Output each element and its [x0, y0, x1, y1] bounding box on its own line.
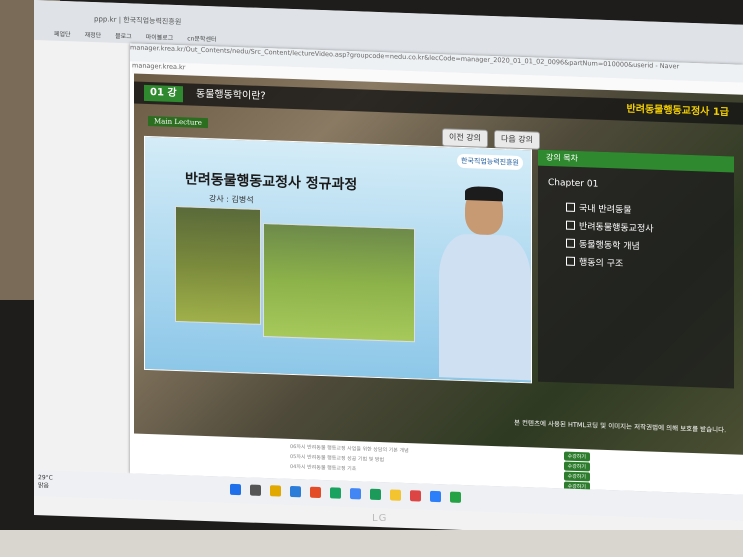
prev-lecture-button[interactable]: 이전 강의: [442, 128, 488, 148]
checkbox-icon: [566, 220, 575, 230]
toc-header: 강의 목차: [538, 149, 734, 173]
taskbar-app-icon[interactable]: [290, 485, 301, 498]
toc-item[interactable]: 국내 반려동물: [566, 201, 632, 216]
presenter-hair: [465, 186, 503, 202]
taskbar-app-icon[interactable]: [350, 488, 361, 500]
taskbar-app-icon[interactable]: [450, 491, 461, 503]
toc-sidebar: 강의 목차 Chapter 01 국내 반려동물 반려동물행동교정사 동물행동학…: [538, 149, 734, 389]
bookmarks-bar: 페업단 재정단 블로그 마이블로그 cn문학센터: [54, 29, 216, 44]
taskbar-app-icon[interactable]: [270, 485, 281, 497]
copyright-notice: 본 컨텐츠에 사용된 HTML코딩 및 이미지는 저작권법에 의해 보호를 받습…: [514, 418, 727, 435]
bookmark-item[interactable]: 페업단: [54, 29, 71, 39]
next-lecture-button[interactable]: 다음 강의: [494, 130, 540, 150]
presenter-image: [433, 186, 533, 381]
toc-item[interactable]: 동물행동학 개념: [566, 237, 640, 253]
toc-item[interactable]: 반려동물행동교정사: [566, 219, 654, 235]
lesson-number: 01 강: [144, 84, 183, 103]
video-teacher: 강사 : 김병석: [209, 194, 254, 205]
video-area[interactable]: 한국직업능력진흥원 반려동물행동교정사 정규과정 강사 : 김병석: [144, 135, 533, 384]
watch-button[interactable]: 수강하기: [563, 450, 590, 461]
toc-item-label: 국내 반려동물: [579, 204, 632, 216]
bookmark-item[interactable]: 블로그: [115, 31, 132, 41]
toc-item-label: 행동의 구조: [579, 258, 624, 270]
taskbar-icons: [230, 483, 461, 503]
dog-photo-1: [175, 205, 261, 325]
taskbar-app-icon[interactable]: [390, 489, 401, 501]
bookmark-item[interactable]: cn문학센터: [187, 33, 216, 43]
taskbar-app-icon[interactable]: [410, 490, 421, 502]
lecture-player: 01 강 동물행동학이란? 반려동물행동교정사 1급 Main Lecture …: [134, 73, 743, 455]
dog-photo-2: [263, 222, 415, 343]
checkbox-icon: [566, 238, 575, 248]
taskbar-app-icon[interactable]: [310, 486, 321, 499]
taskbar-app-icon[interactable]: [370, 488, 381, 501]
institute-logo: 한국직업능력진흥원: [457, 153, 523, 171]
toc-chapter: Chapter 01: [548, 177, 599, 190]
main-lecture-label: Main Lecture: [148, 115, 208, 129]
taskbar-app-icon[interactable]: [250, 484, 261, 496]
video-title: 반려동물행동교정사 정규과정: [185, 171, 358, 194]
watch-button[interactable]: 수강하기: [563, 460, 590, 471]
watch-button[interactable]: 수강하기: [563, 470, 590, 481]
course-name: 반려동물행동교정사 1급: [626, 103, 729, 119]
taskbar-app-icon[interactable]: [330, 487, 341, 499]
toc-item-label: 반려동물행동교정사: [579, 222, 654, 235]
popup-window: manager.krea.kr/Out_Contents/nedu/Src_Co…: [130, 43, 743, 495]
taskbar-app-icon[interactable]: [430, 490, 441, 503]
checkbox-icon: [566, 202, 575, 212]
weather-widget[interactable]: 29°C 맑음: [38, 474, 53, 491]
keyboard: [0, 530, 743, 557]
taskbar-app-icon[interactable]: [230, 483, 241, 496]
presenter-shirt: [439, 233, 531, 381]
bookmark-item[interactable]: 마이블로그: [146, 32, 174, 42]
weather-desc: 맑음: [38, 482, 50, 490]
toc-item[interactable]: 행동의 구조: [566, 255, 623, 270]
bookmark-item[interactable]: 재정단: [85, 30, 102, 40]
laptop-screen: ppp.kr | 한국직업능력진흥원 페업단 재정단 블로그 마이블로그 cn문…: [34, 0, 743, 540]
lesson-title: 동물행동학이란?: [196, 88, 266, 103]
toc-item-label: 동물행동학 개념: [579, 240, 640, 253]
checkbox-icon: [566, 256, 575, 266]
lg-logo: LG: [372, 513, 388, 524]
